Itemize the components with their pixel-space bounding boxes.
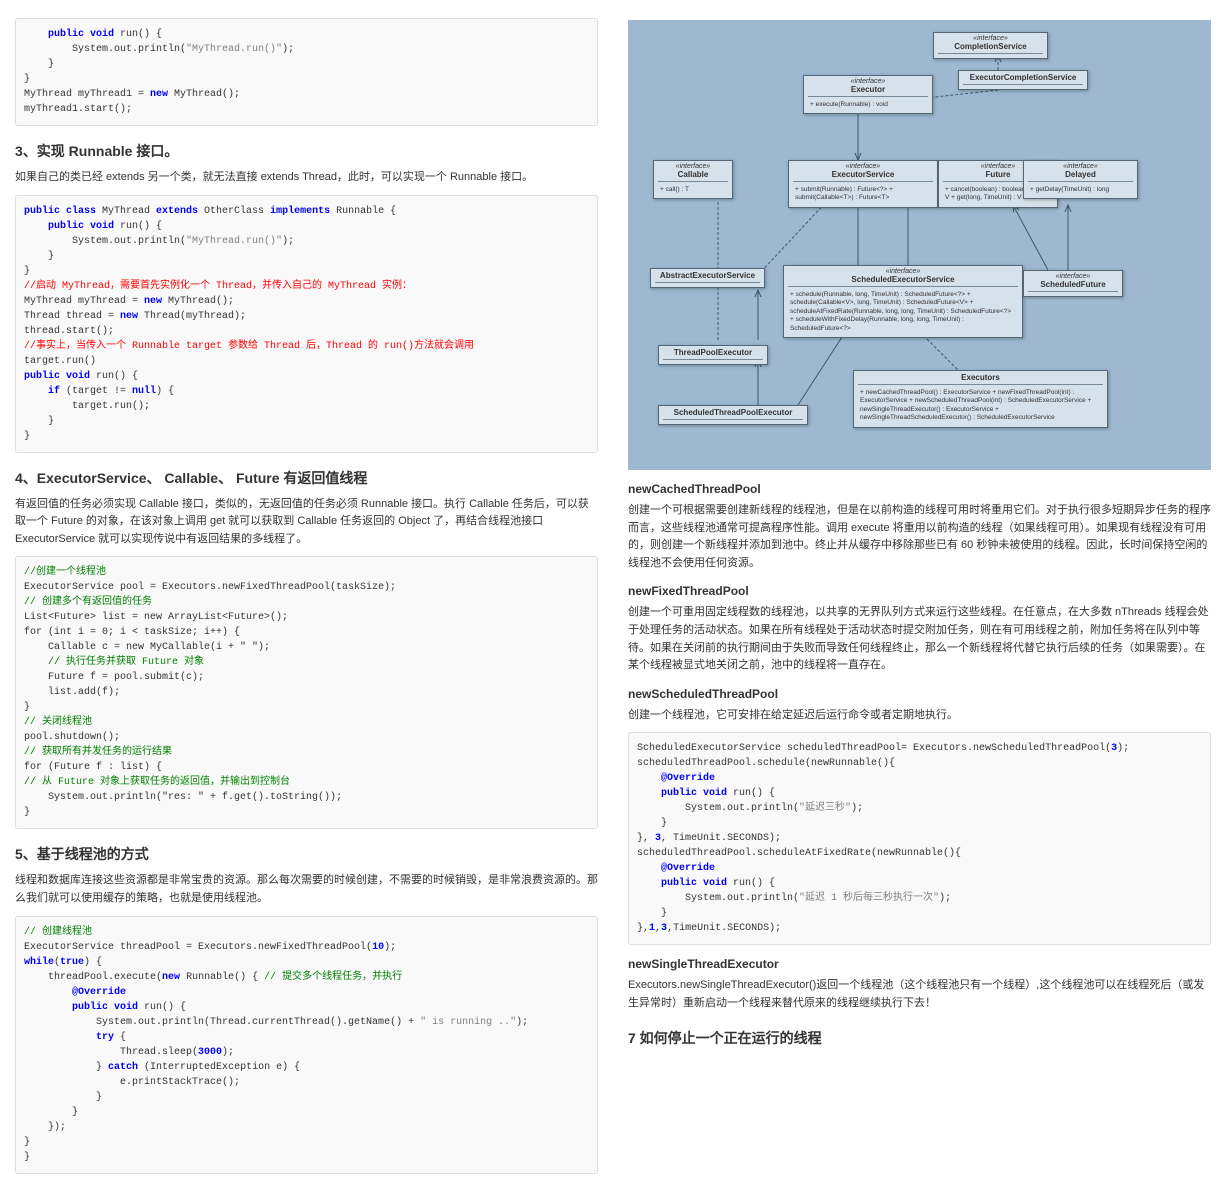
code-block-scheduled: ScheduledExecutorService scheduledThread… — [628, 732, 1211, 945]
heading-4: 4、ExecutorService、 Callable、 Future 有返回值… — [15, 468, 598, 488]
paragraph: 有返回值的任务必须实现 Callable 接口，类似的，无返回值的任务必须 Ru… — [15, 496, 598, 549]
paragraph: 如果自己的类已经 extends 另一个类，就无法直接 extends Thre… — [15, 169, 598, 187]
heading-3: 3、实现 Runnable 接口。 — [15, 141, 598, 161]
uml-diagram: «interface» CompletionService «interface… — [628, 20, 1211, 470]
paragraph: 创建一个可根据需要创建新线程的线程池，但是在以前构造的线程可用时将重用它们。对于… — [628, 502, 1211, 572]
code-block-4: // 创建线程池 ExecutorService threadPool = Ex… — [15, 916, 598, 1174]
left-column: public void run() { System.out.println("… — [0, 0, 613, 1192]
paragraph: Executors.newSingleThreadExecutor()返回一个线… — [628, 977, 1211, 1012]
heading-7: 7 如何停止一个正在运行的线程 — [628, 1028, 1211, 1048]
heading-cached: newCachedThreadPool — [628, 482, 1211, 496]
paragraph: 线程和数据库连接这些资源都是非常宝贵的资源。那么每次需要的时候创建，不需要的时候… — [15, 872, 598, 907]
paragraph: 创建一个线程池，它可安排在给定延迟后运行命令或者定期地执行。 — [628, 707, 1211, 725]
right-column: «interface» CompletionService «interface… — [613, 0, 1226, 1192]
code-block-2: public class MyThread extends OtherClass… — [15, 195, 598, 453]
heading-5: 5、基于线程池的方式 — [15, 844, 598, 864]
code-block-1: public void run() { System.out.println("… — [15, 18, 598, 126]
heading-single: newSingleThreadExecutor — [628, 957, 1211, 971]
heading-fixed: newFixedThreadPool — [628, 584, 1211, 598]
heading-scheduled: newScheduledThreadPool — [628, 687, 1211, 701]
code-block-3: //创建一个线程池 ExecutorService pool = Executo… — [15, 556, 598, 829]
paragraph: 创建一个可重用固定线程数的线程池，以共享的无界队列方式来运行这些线程。在任意点，… — [628, 604, 1211, 674]
